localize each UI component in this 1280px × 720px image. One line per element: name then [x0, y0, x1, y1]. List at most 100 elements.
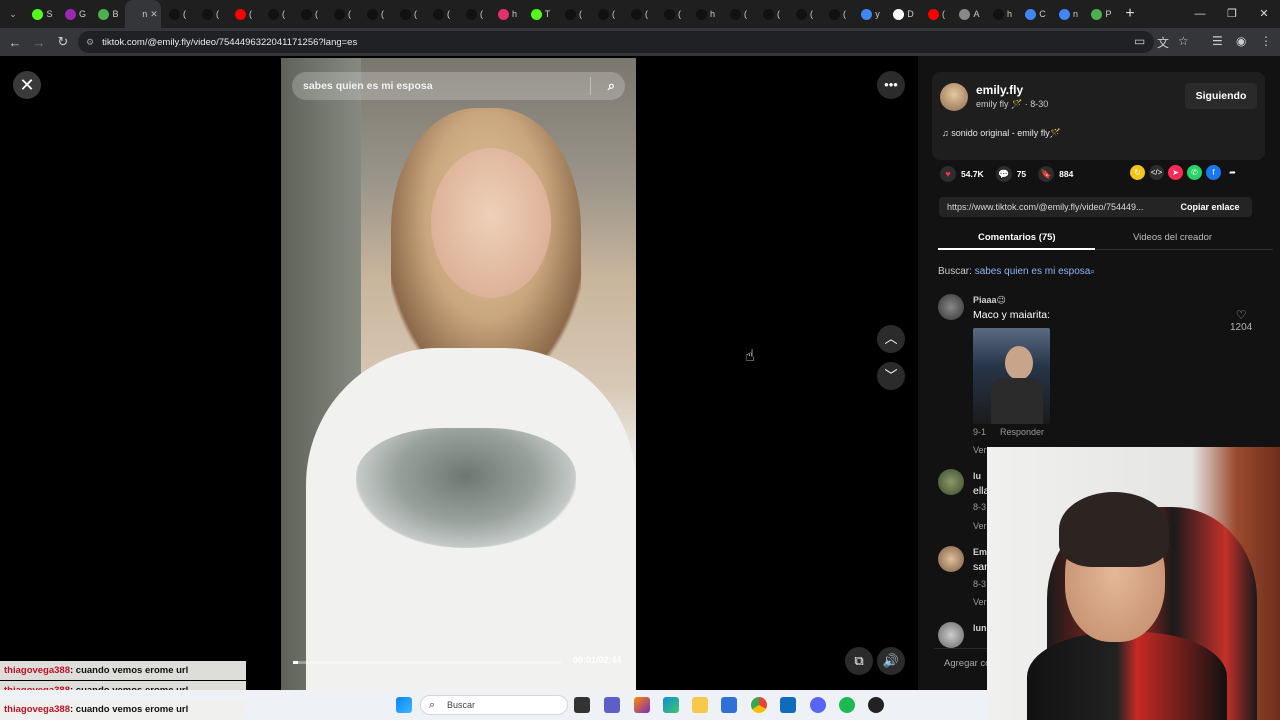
browser-tab[interactable]: (	[623, 0, 656, 28]
browser-tab[interactable]: (	[260, 0, 293, 28]
save-stat[interactable]: 🔖 884	[1038, 166, 1073, 182]
browser-tab[interactable]: (	[590, 0, 623, 28]
previous-video-button[interactable]: ︿	[877, 325, 905, 353]
install-icon[interactable]: ▭	[1134, 34, 1145, 48]
video-search-pill[interactable]: sabes quien es mi esposa ⌕	[292, 72, 625, 100]
store-icon[interactable]	[721, 697, 737, 713]
comment-like[interactable]: ♡ 1204	[1230, 308, 1252, 333]
browser-tab[interactable]: n ✕	[125, 0, 161, 28]
comment-avatar[interactable]	[938, 546, 964, 572]
tab-creator-videos[interactable]: Videos del creador	[1133, 232, 1212, 243]
bookmark-star-icon[interactable]: ☆	[1178, 34, 1189, 48]
discord-icon[interactable]	[810, 697, 826, 713]
tab-search-button[interactable]: ⌄	[0, 0, 26, 28]
browser-tab[interactable]: (	[161, 0, 194, 28]
browser-tab[interactable]: (	[227, 0, 260, 28]
browser-tab[interactable]: (	[755, 0, 788, 28]
browser-tab[interactable]: C	[1019, 0, 1052, 28]
browser-tab[interactable]: h	[986, 0, 1019, 28]
comment-stat[interactable]: 💬 75	[995, 166, 1026, 182]
browser-tab[interactable]: (	[359, 0, 392, 28]
browser-tab[interactable]: (	[392, 0, 425, 28]
repost-icon[interactable]: ↻	[1130, 165, 1145, 180]
video-progress-bar[interactable]	[293, 661, 561, 664]
forward-icon[interactable]: →	[27, 35, 51, 50]
view-replies-link[interactable]: Ver	[973, 597, 987, 607]
browser-tab[interactable]: (	[458, 0, 491, 28]
send-to-friend-icon[interactable]: ➤	[1168, 165, 1183, 180]
browser-tab[interactable]: (	[557, 0, 590, 28]
site-info-icon[interactable]: ⚙	[86, 37, 94, 48]
tab-comments[interactable]: Comentarios (75)	[978, 232, 1056, 243]
close-tab-icon[interactable]: ✕	[150, 9, 158, 20]
comment-username[interactable]: lun	[973, 623, 987, 633]
browser-tab[interactable]: B	[92, 0, 125, 28]
creator-name[interactable]: emily.fly	[976, 83, 1023, 97]
back-icon[interactable]: ←	[3, 35, 27, 50]
view-replies-link[interactable]: Ver	[973, 521, 987, 531]
comment-avatar[interactable]	[938, 622, 964, 648]
reply-button[interactable]: Responder	[1000, 427, 1044, 437]
comment-username[interactable]: Piaaa😉	[973, 295, 1006, 306]
browser-tab[interactable]: P	[1085, 0, 1118, 28]
browser-tab[interactable]: (	[920, 0, 953, 28]
browser-tab[interactable]: h	[491, 0, 524, 28]
copy-link-button[interactable]: Copiar enlace	[1168, 197, 1252, 217]
search-icon[interactable]: ⌕	[608, 78, 615, 94]
like-stat[interactable]: ♥ 54.7K	[940, 166, 984, 182]
browser-tab[interactable]: A	[953, 0, 986, 28]
view-replies-link[interactable]: Ver	[973, 445, 987, 455]
spotify-icon[interactable]	[839, 697, 855, 713]
video-player[interactable]: sabes quien es mi esposa ⌕ 00:01/02:44	[281, 58, 636, 690]
windows-start-icon[interactable]	[396, 697, 412, 713]
close-video-button[interactable]: ✕	[13, 71, 41, 99]
browser-tab[interactable]: (	[326, 0, 359, 28]
search-suggestion[interactable]: Buscar: sabes quien es mi esposa⌕	[938, 266, 1095, 277]
menu-icon[interactable]: ⋮	[1260, 34, 1272, 48]
edge-icon[interactable]	[663, 697, 679, 713]
whatsapp-icon[interactable]: ✆	[1187, 165, 1202, 180]
more-options-button[interactable]: •••	[877, 71, 905, 99]
browser-tab[interactable]: (	[293, 0, 326, 28]
minimize-icon[interactable]: —	[1184, 0, 1216, 28]
comment-username[interactable]: Em	[973, 547, 987, 557]
share-arrow-icon[interactable]: ➦	[1225, 165, 1240, 180]
browser-tab[interactable]: S	[26, 0, 59, 28]
close-window-icon[interactable]: ✕	[1248, 0, 1280, 28]
comment-username[interactable]: lu	[973, 471, 981, 481]
comment-image[interactable]	[973, 328, 1050, 424]
browser-tab[interactable]: (	[821, 0, 854, 28]
browser-tab[interactable]: (	[656, 0, 689, 28]
translate-icon[interactable]: 文	[1157, 34, 1169, 51]
browser-tab[interactable]: (	[788, 0, 821, 28]
creator-avatar[interactable]	[940, 83, 968, 111]
task-view-icon[interactable]	[574, 697, 590, 713]
reading-list-icon[interactable]: ☰	[1212, 34, 1223, 48]
taskbar-search[interactable]: ⌕ Buscar	[420, 695, 568, 715]
browser-tab[interactable]: (	[194, 0, 227, 28]
teams-icon[interactable]	[604, 697, 620, 713]
browser-tab[interactable]: (	[425, 0, 458, 28]
browser-tab[interactable]: (	[722, 0, 755, 28]
outlook-icon[interactable]	[780, 697, 796, 713]
chrome-icon[interactable]	[751, 697, 767, 713]
maximize-icon[interactable]: ❐	[1216, 0, 1248, 28]
comment-avatar[interactable]	[938, 294, 964, 320]
comment-avatar[interactable]	[938, 469, 964, 495]
floating-player-button[interactable]: ⧉	[845, 647, 873, 675]
file-explorer-icon[interactable]	[692, 697, 708, 713]
new-tab-button[interactable]: +	[1118, 5, 1142, 23]
obs-icon[interactable]	[868, 697, 884, 713]
browser-tab[interactable]: h	[689, 0, 722, 28]
browser-tab[interactable]: D	[887, 0, 920, 28]
reload-icon[interactable]: ↻	[51, 34, 75, 50]
browser-tab[interactable]: y	[854, 0, 887, 28]
volume-button[interactable]: 🔊	[877, 647, 905, 675]
sound-link[interactable]: ♫ sonido original - emily fly🪄	[942, 128, 1061, 139]
url-field[interactable]: ⚙ tiktok.com/@emily.fly/video/7544496322…	[78, 31, 1154, 53]
following-button[interactable]: Siguiendo	[1185, 83, 1257, 109]
browser-tab[interactable]: T	[524, 0, 557, 28]
next-video-button[interactable]: ﹀	[877, 362, 905, 390]
video-link-field[interactable]: https://www.tiktok.com/@emily.fly/video/…	[939, 197, 1252, 217]
facebook-icon[interactable]: f	[1206, 165, 1221, 180]
